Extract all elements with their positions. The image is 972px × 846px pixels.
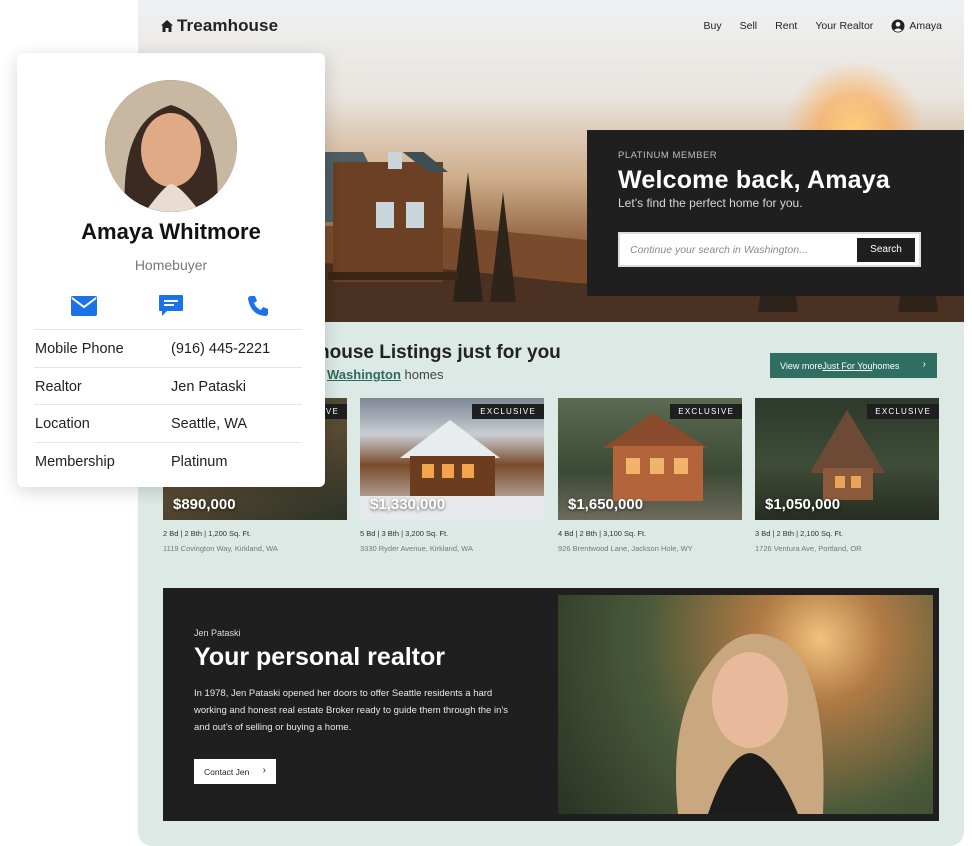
profile-row-mobile-phone: Mobile Phone (916) 445-2221 [34, 329, 302, 367]
search-button[interactable]: Search [857, 237, 915, 262]
listing-specs: 3 Bd | 2 Bth | 2,100 Sq. Ft. [755, 529, 844, 538]
listing-card[interactable]: EXCLUSIVE $1,330,000 5 Bd | 3 Bth | 3,20… [360, 398, 544, 553]
listing-price: $1,330,000 [370, 496, 446, 513]
view-more-prefix: View more [780, 360, 823, 371]
profile-row-location: Location Seattle, WA [34, 404, 302, 442]
listing-address: 926 Brentwood Lane, Jackson Hole, WY [558, 544, 693, 553]
listings-subtitle: Washington homes [327, 367, 444, 382]
row-label: Mobile Phone [35, 340, 124, 357]
email-button[interactable] [70, 293, 98, 319]
mail-icon [71, 296, 97, 316]
listing-specs: 5 Bd | 3 Bth | 3,200 Sq. Ft. [360, 529, 449, 538]
listing-photo: EXCLUSIVE $1,050,000 [755, 398, 939, 520]
view-more-button[interactable]: View more Just For You homes › [770, 353, 937, 378]
listing-card[interactable]: EXCLUSIVE $1,050,000 3 Bd | 2 Bth | 2,10… [755, 398, 939, 553]
profile-name: Amaya Whitmore [81, 219, 261, 244]
logo-text: Treamhouse [177, 16, 279, 35]
membership-tier-label: PLATINUM MEMBER [618, 150, 718, 161]
search-input[interactable] [630, 243, 857, 256]
listing-card[interactable]: EXCLUSIVE $1,650,000 4 Bd | 2 Bth | 3,10… [558, 398, 742, 553]
realtor-name: Jen Pataski [194, 628, 241, 638]
view-more-link-text: Just For You [822, 360, 873, 371]
row-label: Membership [35, 453, 115, 470]
listing-photo: EXCLUSIVE $1,330,000 [360, 398, 544, 520]
view-more-suffix: homes [872, 360, 900, 371]
listing-price: $1,650,000 [568, 496, 644, 513]
realtor-photo [558, 595, 933, 814]
chevron-right-icon: › [262, 765, 266, 776]
listings-subtitle-suffix: homes [400, 367, 444, 382]
exclusive-badge: EXCLUSIVE [867, 404, 939, 419]
welcome-panel: PLATINUM MEMBER Welcome back, Amaya Let’… [587, 130, 964, 296]
listing-specs: 4 Bd | 2 Bth | 3,100 Sq. Ft. [558, 529, 647, 538]
profile-avatar [105, 80, 237, 212]
avatar-portrait [105, 80, 237, 212]
location-link[interactable]: Washington [327, 367, 401, 382]
row-value: Platinum [171, 453, 228, 470]
row-value: Seattle, WA [171, 415, 248, 432]
exclusive-badge: EXCLUSIVE [472, 404, 544, 419]
message-button[interactable] [157, 293, 185, 319]
search-bar: Search [618, 232, 921, 267]
listing-photo: EXCLUSIVE $1,650,000 [558, 398, 742, 520]
row-value[interactable]: (916) 445-2221 [171, 341, 270, 357]
listing-address: 3330 Ryder Avenue, Kirkland, WA [360, 544, 473, 553]
nav-link-your-realtor[interactable]: Your Realtor [815, 20, 873, 32]
home-icon [161, 20, 173, 32]
contact-button-label: Contact Jen [204, 766, 250, 777]
row-value: Jen Pataski [171, 378, 246, 395]
nav-link-rent[interactable]: Rent [775, 20, 797, 32]
listing-price: $1,050,000 [765, 496, 841, 513]
nav-link-sell[interactable]: Sell [740, 20, 758, 32]
user-circle-icon [891, 19, 905, 33]
contact-realtor-button[interactable]: Contact Jen › [194, 759, 276, 784]
phone-icon [248, 296, 268, 316]
nav-link-buy[interactable]: Buy [704, 20, 722, 32]
chat-icon [159, 295, 183, 316]
nav-user-name: Amaya [909, 20, 942, 32]
call-button[interactable] [244, 293, 272, 319]
profile-role: Homebuyer [134, 257, 208, 273]
chevron-right-icon: › [922, 359, 926, 370]
row-label: Location [35, 415, 90, 432]
top-navigation: Treamhouse Buy Sell Rent Your Realtor Am… [138, 0, 964, 54]
nav-links: Buy Sell Rent Your Realtor Amaya [704, 19, 942, 33]
realtor-portrait [676, 633, 824, 814]
exclusive-badge: EXCLUSIVE [670, 404, 742, 419]
listings-title: house Listings just for you [318, 342, 561, 363]
realtor-section: Jen Pataski Your personal realtor In 197… [163, 588, 939, 821]
profile-row-realtor: Realtor Jen Pataski [34, 367, 302, 405]
welcome-subtitle: Let’s find the perfect home for you. [618, 196, 803, 210]
realtor-bio: In 1978, Jen Pataski opened her doors to… [194, 688, 509, 733]
listing-price: $890,000 [173, 496, 236, 513]
realtor-title: Your personal realtor [194, 643, 445, 671]
row-label: Realtor [35, 378, 82, 395]
listing-address: 1726 Ventura Ave, Portland, OR [755, 544, 862, 553]
profile-row-membership: Membership Platinum [34, 442, 302, 480]
profile-card: Amaya Whitmore Homebuyer Mobile Phone (9… [17, 53, 325, 487]
listing-address: 1119 Covington Way, Kirkland, WA [163, 544, 278, 553]
site-logo[interactable]: Treamhouse [160, 16, 278, 36]
nav-user-menu[interactable]: Amaya [891, 19, 942, 33]
listing-specs: 2 Bd | 2 Bth | 1,200 Sq. Ft. [163, 529, 252, 538]
welcome-title: Welcome back, Amaya [618, 166, 890, 194]
